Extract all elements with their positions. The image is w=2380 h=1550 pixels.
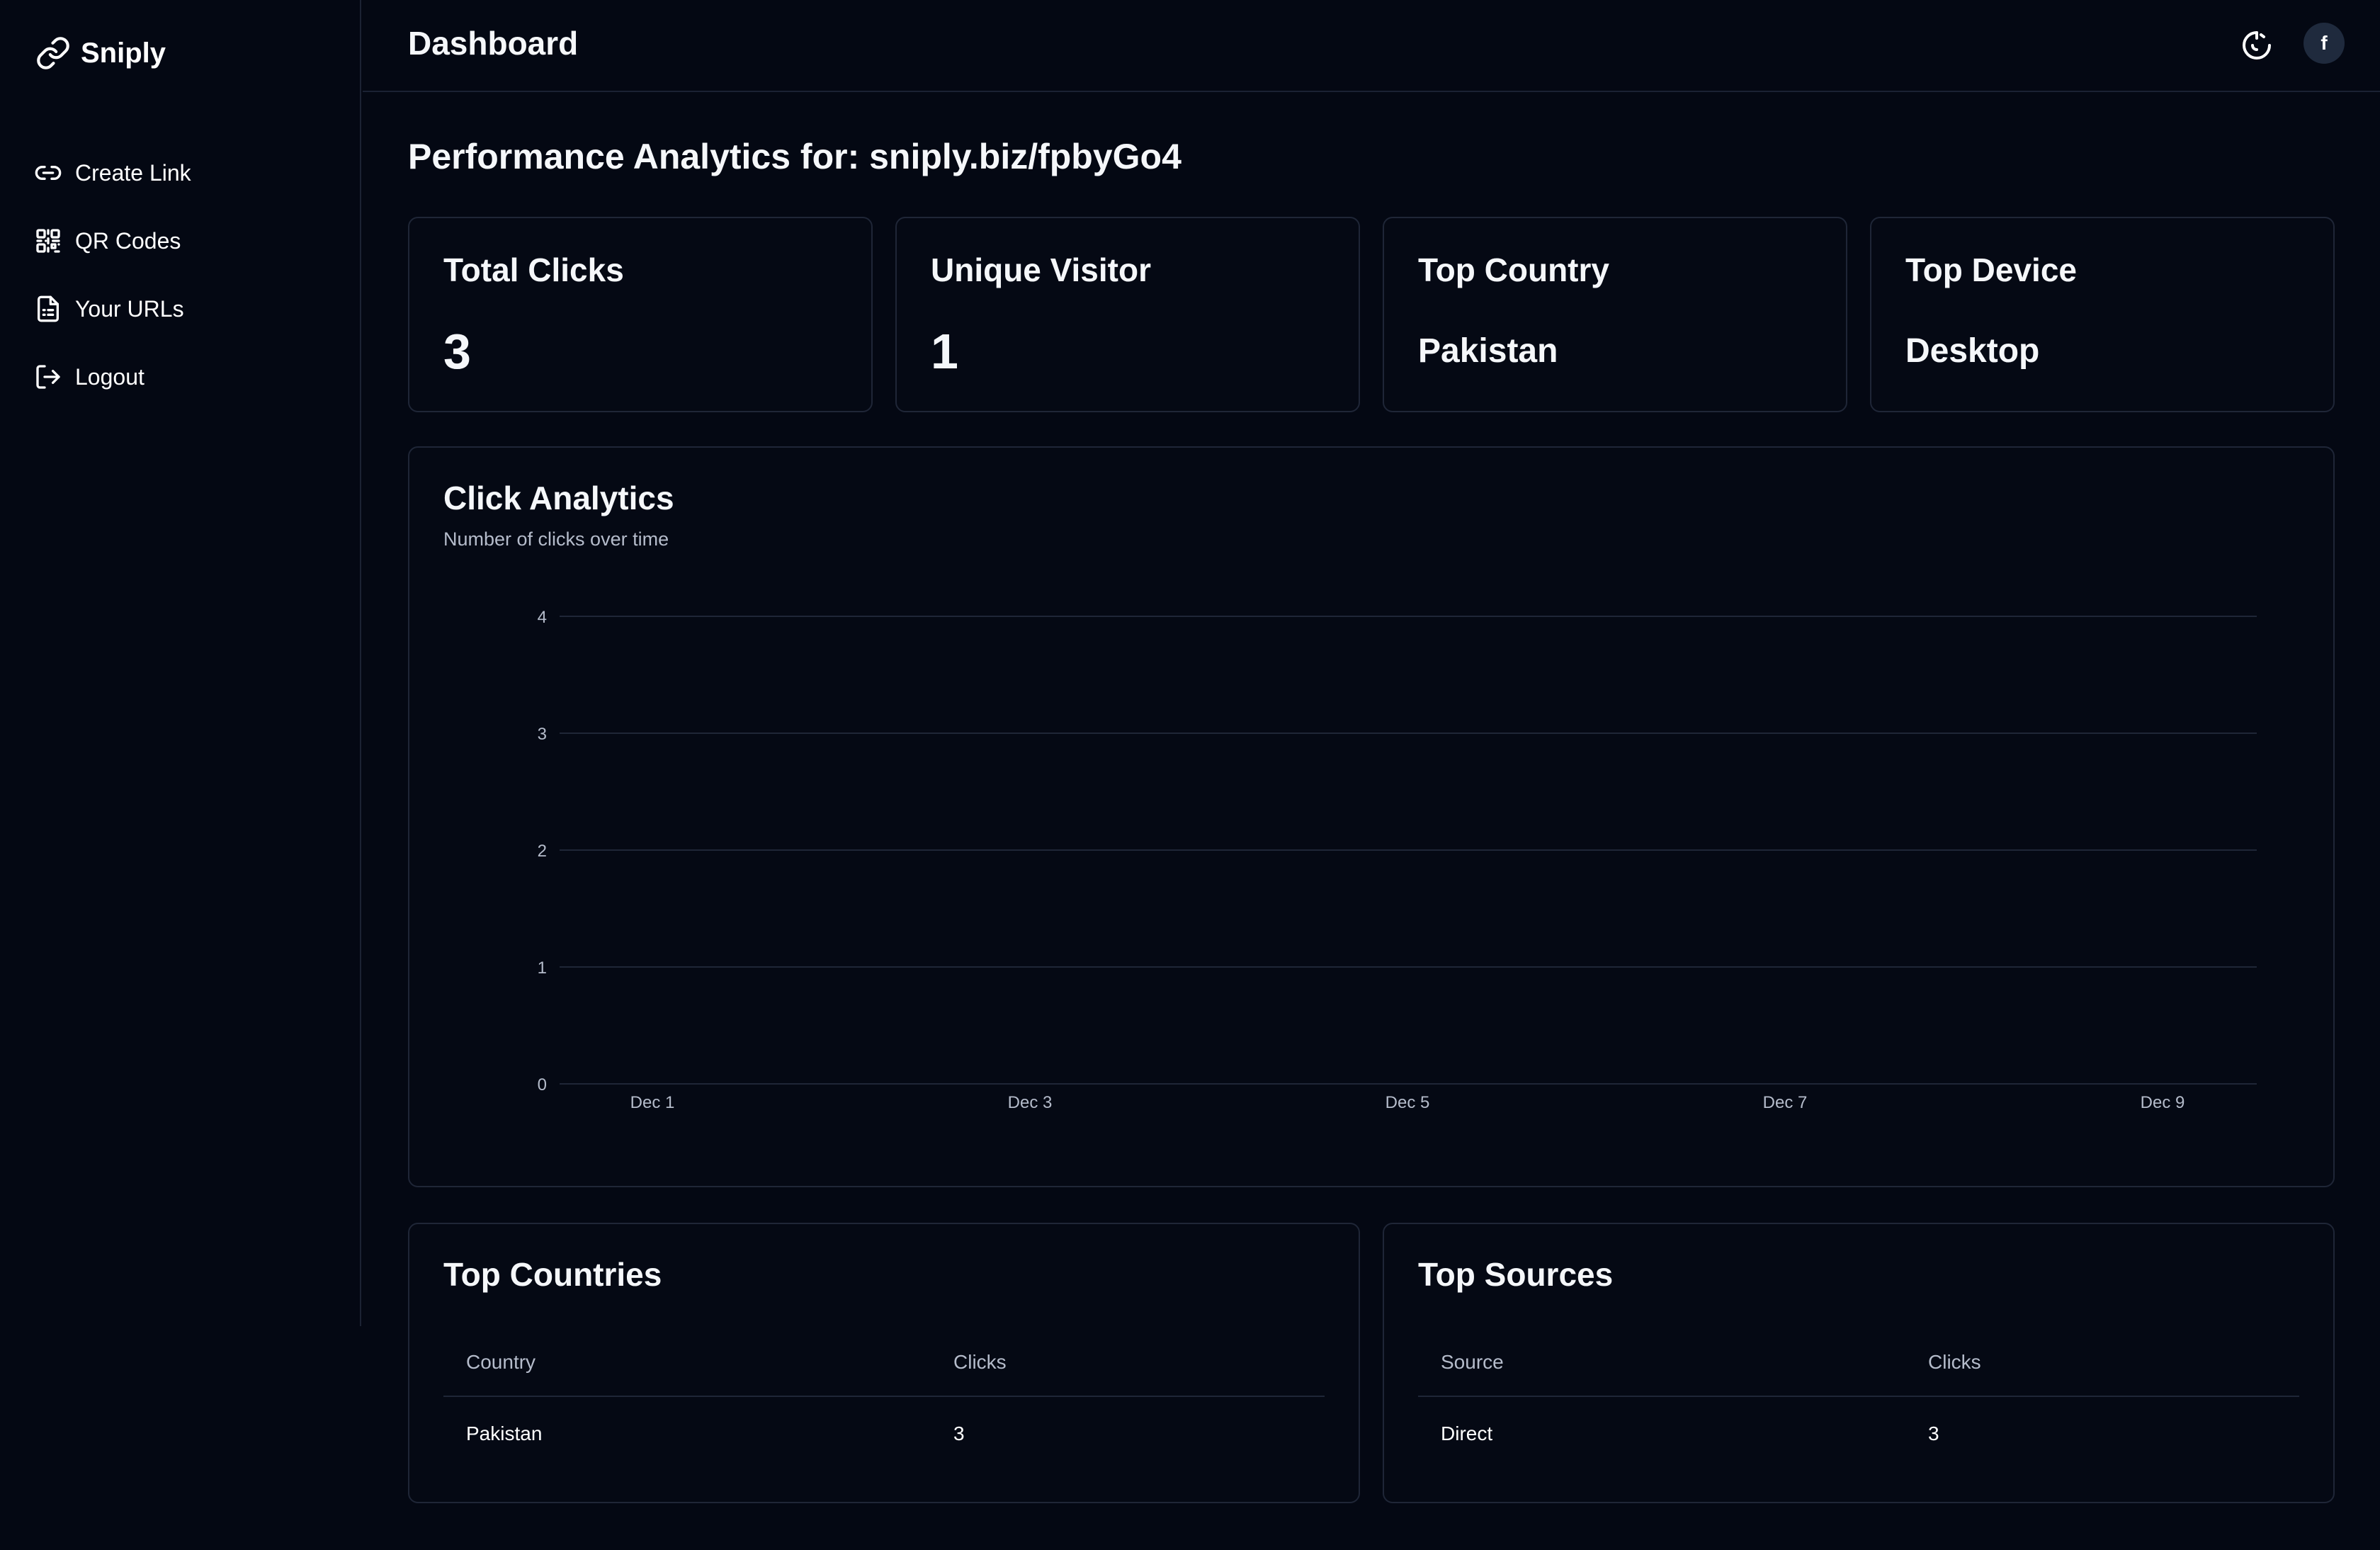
top-sources-title: Top Sources — [1418, 1256, 1614, 1293]
table-row: Direct 3 — [1418, 1397, 2299, 1471]
stat-label: Unique Visitor — [931, 251, 1151, 288]
country-cell: Pakistan — [466, 1422, 543, 1444]
top-countries-card: Top Countries Country Clicks Pakistan 3 — [408, 1223, 1360, 1503]
header-title: Dashboard — [408, 25, 579, 62]
link-logo-icon — [37, 37, 69, 69]
column-header-clicks: Clicks — [953, 1351, 1007, 1373]
sidebar-item-logout[interactable]: Logout — [34, 343, 191, 411]
link-icon — [35, 166, 62, 180]
top-countries-title: Top Countries — [443, 1256, 662, 1293]
app-root: Sniply Create Link QR Codes Your URLs Lo… — [0, 0, 2380, 1550]
y-tick-label: 1 — [538, 958, 547, 978]
sidebar-item-label: QR Codes — [75, 227, 181, 254]
stat-value: Pakistan — [1418, 332, 1558, 370]
sidebar-item-qr-codes[interactable]: QR Codes — [34, 207, 191, 275]
column-header-source: Source — [1441, 1351, 1504, 1373]
document-icon — [38, 295, 60, 322]
sidebar-nav: Create Link QR Codes Your URLs Logout — [34, 139, 191, 411]
column-header-clicks: Clicks — [1928, 1351, 1981, 1373]
clicks-cell: 3 — [1928, 1422, 1939, 1444]
stat-card-top-country: Top Country Pakistan — [1383, 217, 1847, 412]
y-tick-label: 0 — [538, 1075, 547, 1094]
top-sources-card: Top Sources Source Clicks Direct 3 — [1383, 1223, 2335, 1503]
stat-label: Total Clicks — [443, 251, 624, 288]
page-title: Performance Analytics for: sniply.biz/fp… — [408, 137, 1182, 176]
brand-name: Sniply — [81, 37, 166, 69]
table-header: Source Clicks — [1418, 1329, 2299, 1397]
user-avatar[interactable]: f — [2304, 23, 2345, 64]
x-tick-label: Dec 5 — [1386, 1093, 1430, 1112]
x-tick-label: Dec 9 — [2141, 1093, 2185, 1112]
x-tick-label: Dec 7 — [1763, 1093, 1808, 1112]
click-analytics-chart: 0 1 2 3 4 Dec 1 Dec 3 Dec 5 Dec 7 Dec 9 — [538, 608, 2257, 1112]
sidebar-item-create-link[interactable]: Create Link — [34, 139, 191, 207]
top-sources-table: Source Clicks Direct 3 — [1418, 1329, 2299, 1471]
logout-icon — [36, 365, 60, 389]
theme-toggle-button[interactable] — [2237, 26, 2277, 65]
sidebar-item-label: Logout — [75, 363, 144, 390]
theme-toggle-icon — [2243, 31, 2271, 60]
x-tick-label: Dec 1 — [630, 1093, 675, 1112]
click-analytics-card: Click Analytics Number of clicks over ti… — [408, 446, 2335, 1187]
sidebar-item-your-urls[interactable]: Your URLs — [34, 275, 191, 343]
y-tick-label: 4 — [538, 608, 547, 627]
clicks-cell: 3 — [953, 1422, 965, 1444]
stat-card-top-device: Top Device Desktop — [1870, 217, 2335, 412]
top-header: Dashboard f — [363, 0, 2380, 92]
y-tick-label: 2 — [538, 842, 547, 861]
stat-value: 3 — [443, 324, 471, 379]
table-header: Country Clicks — [443, 1329, 1325, 1397]
source-cell: Direct — [1441, 1422, 1493, 1444]
stat-label: Top Device — [1905, 251, 2077, 288]
top-countries-table: Country Clicks Pakistan 3 — [443, 1329, 1325, 1471]
stat-value: 1 — [931, 324, 958, 379]
table-row: Pakistan 3 — [443, 1397, 1325, 1471]
brand[interactable]: Sniply — [35, 35, 166, 71]
sidebar-item-label: Create Link — [75, 159, 191, 186]
sidebar-item-label: Your URLs — [75, 295, 184, 322]
sidebar: Sniply Create Link QR Codes Your URLs Lo… — [0, 0, 361, 1326]
stat-card-unique-visitor: Unique Visitor 1 — [895, 217, 1360, 412]
column-header-country: Country — [466, 1351, 536, 1373]
y-tick-label: 3 — [538, 725, 547, 744]
stat-card-total-clicks: Total Clicks 3 — [408, 217, 873, 412]
x-tick-label: Dec 3 — [1008, 1093, 1053, 1112]
stat-label: Top Country — [1418, 251, 1609, 288]
qr-code-icon — [36, 229, 60, 253]
stat-value: Desktop — [1905, 332, 2040, 370]
